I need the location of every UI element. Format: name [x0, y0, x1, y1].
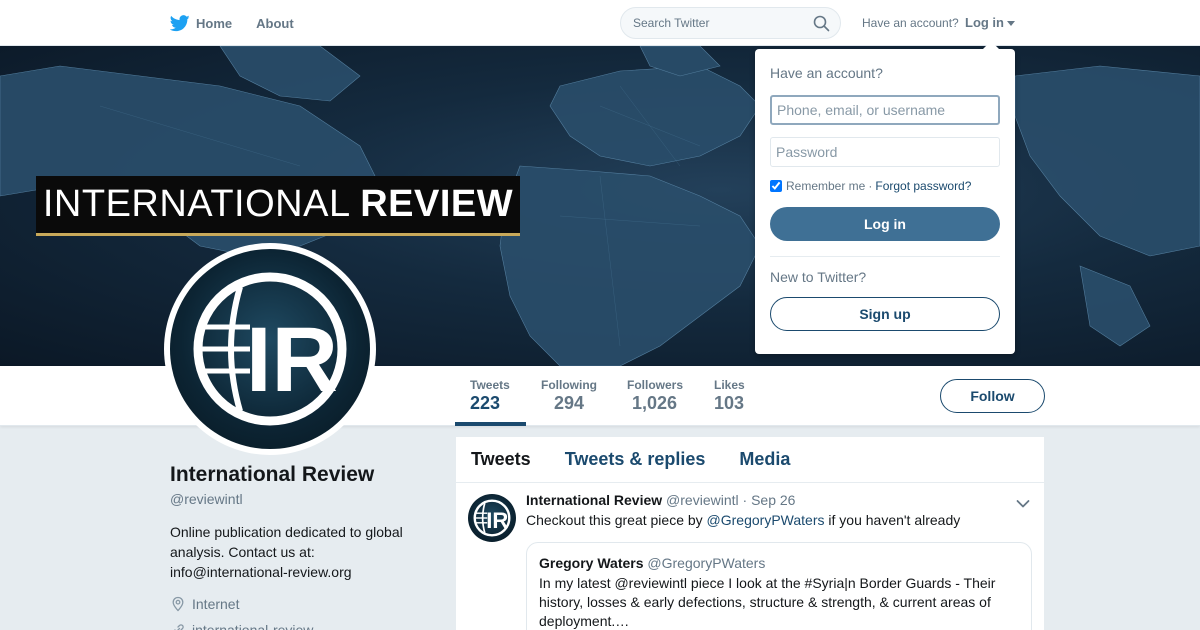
login-toggle-label: Log in: [965, 15, 1004, 30]
chevron-down-icon: [1007, 20, 1015, 26]
top-navigation-bar: Home About Have an account? Log in: [0, 0, 1200, 46]
nav-left-group: Home About: [170, 0, 318, 46]
tweet-author-name[interactable]: International Review: [526, 492, 662, 508]
nav-about-label: About: [256, 15, 294, 31]
profile-location-text: Internet: [192, 596, 240, 612]
tweet-date[interactable]: Sep 26: [751, 492, 795, 508]
login-button[interactable]: Log in: [770, 207, 1000, 241]
new-to-twitter-text: New to Twitter?: [770, 269, 867, 285]
login-dropdown: Have an account? Remember me · Forgot pa…: [755, 41, 1015, 354]
stat-tweets[interactable]: Tweets 223: [470, 378, 510, 414]
nav-home[interactable]: Home: [170, 14, 233, 32]
avatar-image: IR: [170, 249, 370, 449]
stat-likes-label: Likes: [714, 378, 745, 392]
stat-followers[interactable]: Followers 1,026: [627, 378, 683, 414]
forgot-password-link[interactable]: Forgot password?: [875, 179, 971, 193]
stat-likes[interactable]: Likes 103: [714, 378, 745, 414]
quoted-tweet[interactable]: Gregory Waters @GregoryPWaters In my lat…: [526, 542, 1032, 630]
quoted-tweet-text: In my latest @reviewintl piece I look at…: [539, 575, 996, 629]
tweet-menu-chevron-icon[interactable]: [1016, 496, 1030, 514]
tab-tweets[interactable]: Tweets: [471, 449, 531, 470]
dropdown-title: Have an account?: [770, 65, 883, 81]
stat-tweets-value: 223: [470, 393, 501, 413]
ir-logo-icon: IR: [193, 272, 347, 426]
tab-media[interactable]: Media: [739, 449, 790, 470]
tweet-avatar[interactable]: IR: [468, 494, 516, 542]
tweet-separator: ·: [742, 492, 748, 508]
password-field[interactable]: [770, 137, 1000, 167]
profile-website[interactable]: international-review...: [170, 622, 324, 630]
remember-separator: ·: [868, 179, 873, 193]
remember-row: Remember me · Forgot password?: [770, 179, 1000, 193]
stat-following[interactable]: Following 294: [541, 378, 597, 414]
ir-logo-icon: IR: [473, 499, 511, 537]
stat-following-value: 294: [554, 393, 585, 413]
profile-website-text: international-review...: [192, 622, 325, 630]
quoted-author-name: Gregory Waters: [539, 555, 644, 571]
brand-banner-logo: INTERNATIONAL REVIEW: [36, 176, 520, 236]
location-pin-icon: [172, 596, 184, 612]
tweet-author-handle[interactable]: @reviewintl: [666, 492, 739, 508]
search-input[interactable]: [621, 8, 801, 38]
link-icon: [174, 624, 184, 630]
search-box: [620, 7, 841, 39]
stat-following-label: Following: [541, 378, 597, 392]
tweet-text-before: Checkout this great piece by: [526, 512, 703, 528]
stat-likes-value: 103: [714, 393, 745, 413]
nav-about[interactable]: About: [256, 16, 294, 31]
profile-name[interactable]: International Review: [170, 463, 374, 487]
tab-tweets-replies[interactable]: Tweets & replies: [565, 449, 706, 470]
stat-followers-label: Followers: [627, 378, 684, 392]
nav-home-label: Home: [196, 15, 233, 31]
login-dropdown-toggle[interactable]: Log in: [965, 15, 1015, 30]
tweet-text: Checkout this great piece by @GregoryPWa…: [526, 510, 1032, 530]
remember-me-label[interactable]: Remember me: [786, 179, 865, 193]
profile-location: Internet: [170, 596, 239, 612]
username-field[interactable]: [770, 95, 1000, 125]
brand-bold-text: REVIEW: [360, 183, 514, 225]
remember-me-checkbox[interactable]: [770, 180, 782, 192]
profile-bio: Online publication dedicated to global a…: [170, 524, 403, 580]
tweet-mention-link[interactable]: @GregoryPWaters: [707, 512, 825, 528]
stat-tweets-label: Tweets: [470, 378, 510, 392]
signup-button[interactable]: Sign up: [770, 297, 1000, 331]
avatar-initials: IR: [246, 309, 338, 411]
timeline-tabs: Tweets Tweets & replies Media: [456, 437, 1044, 483]
profile-handle: @reviewintl: [170, 491, 243, 507]
dropdown-divider: [770, 256, 1000, 257]
stat-followers-value: 1,026: [632, 393, 678, 413]
brand-light-text: INTERNATIONAL: [42, 183, 350, 225]
tweet-avatar-initials: IR: [486, 508, 508, 533]
tweet-header: International Review @reviewintl · Sep 2…: [526, 493, 1032, 507]
tweet-item[interactable]: IR International Review @reviewintl · Se…: [456, 483, 1044, 630]
profile-avatar[interactable]: IR: [164, 243, 376, 455]
quoted-tweet-header: Gregory Waters @GregoryPWaters: [539, 555, 1019, 571]
search-icon[interactable]: [813, 15, 830, 37]
have-account-text: Have an account?: [862, 16, 959, 30]
follow-button[interactable]: Follow: [940, 379, 1045, 413]
tweet-text-after: if you haven't already: [828, 512, 961, 528]
timeline-panel: Tweets Tweets & replies Media IR Interna…: [456, 437, 1044, 630]
active-tab-underline: [455, 422, 526, 426]
twitter-bird-icon: [170, 14, 190, 32]
quoted-author-handle: @GregoryPWaters: [647, 555, 766, 571]
